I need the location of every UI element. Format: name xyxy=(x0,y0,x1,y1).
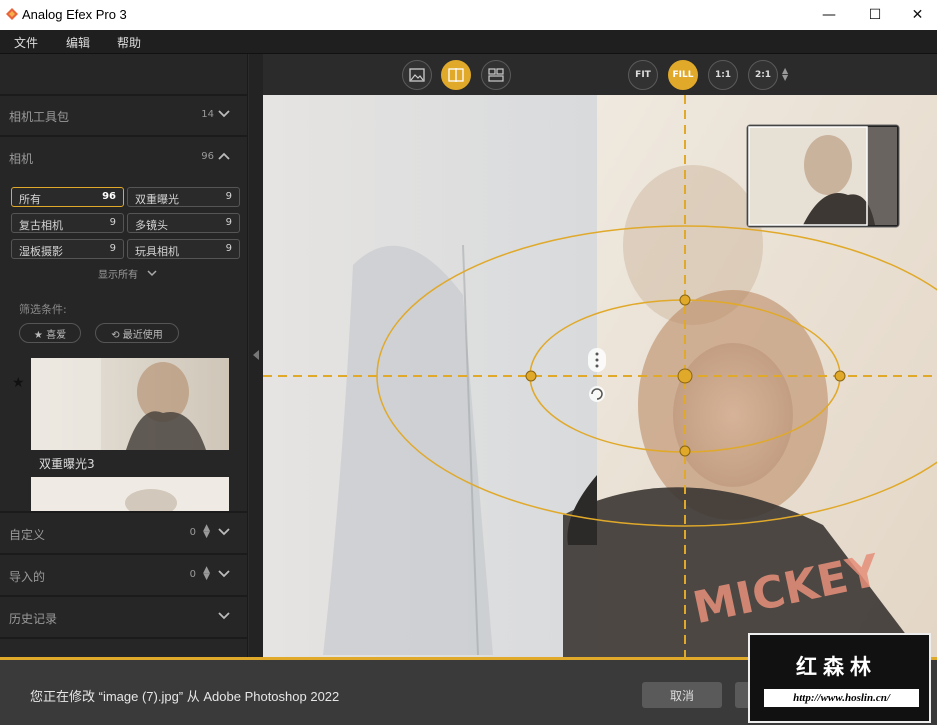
menu-file[interactable]: 文件 xyxy=(14,34,38,51)
preset-thumbnail-next[interactable] xyxy=(31,477,229,511)
watermark: 红森林 http://www.hoslin.cn/ xyxy=(748,633,931,723)
category-double-exposure[interactable]: 双重曝光 9 xyxy=(127,187,240,207)
section-label: 历史记录 xyxy=(9,612,58,626)
canvas-toolbar: FIT FILL 1:1 2:1 ▲ ▼ xyxy=(263,54,937,95)
preset-sidebar: 相机工具包 14 相机 96 所有 96 双重曝光 9 复古相机 9 多镜头 9… xyxy=(0,54,248,657)
zoom-2-1-button[interactable]: 2:1 xyxy=(748,60,778,90)
collapse-arrow-icon xyxy=(253,350,259,360)
cancel-button[interactable]: 取消 xyxy=(642,682,722,708)
section-label: 相机 xyxy=(9,152,34,166)
filter-favorites-button[interactable]: ★ 喜爱 xyxy=(19,323,81,343)
category-all[interactable]: 所有 96 xyxy=(11,187,124,207)
preset-thumbnail[interactable] xyxy=(31,358,229,450)
section-label: 导入的 xyxy=(9,570,46,584)
section-count: 96 xyxy=(201,151,214,162)
zoom-1-1-button[interactable]: 1:1 xyxy=(708,60,738,90)
zoom-fit-button[interactable]: FIT xyxy=(628,60,658,90)
status-message: 您正在修改 “image (7).jpg” 从 Adobe Photoshop … xyxy=(30,689,340,704)
zoom-stepper-icon[interactable]: ▲ ▼ xyxy=(782,67,788,82)
section-count: 0 xyxy=(189,527,196,538)
app-window: Analog Efex Pro 3 — ☐ ✕ 文件 编辑 帮助 相机工具包 1… xyxy=(0,0,937,725)
section-count: 14 xyxy=(201,109,214,120)
section-camera[interactable]: 相机 96 xyxy=(0,137,247,177)
sidebar-collapse-handle[interactable] xyxy=(249,54,263,657)
section-label: 自定义 xyxy=(9,528,46,542)
section-camera-toolkit[interactable]: 相机工具包 14 xyxy=(0,95,247,135)
single-view-icon xyxy=(409,68,425,82)
zoom-fill-button[interactable]: FILL xyxy=(668,60,698,90)
preset-caption: 双重曝光3 xyxy=(39,457,95,471)
chevron-down-icon[interactable] xyxy=(217,107,231,121)
side-by-side-icon xyxy=(488,68,504,82)
section-count: 0 xyxy=(189,569,196,580)
split-view-button[interactable] xyxy=(441,60,471,90)
category-wet-plate[interactable]: 湿板摄影 9 xyxy=(11,239,124,259)
favorite-star-icon[interactable]: ★ xyxy=(12,375,25,391)
section-label: 相机工具包 xyxy=(9,110,70,124)
side-by-side-button[interactable] xyxy=(481,60,511,90)
watermark-brand: 红森林 xyxy=(796,655,877,679)
category-toy-camera[interactable]: 玩具相机 9 xyxy=(127,239,240,259)
show-all-link[interactable]: 显示所有 xyxy=(98,266,138,281)
menu-edit[interactable]: 编辑 xyxy=(66,34,90,51)
filter-recent-button[interactable]: ⟲ 最近使用 xyxy=(95,323,179,343)
maximize-button[interactable]: ☐ xyxy=(852,0,898,30)
category-vintage-camera[interactable]: 复古相机 9 xyxy=(11,213,124,233)
watermark-url: http://www.hoslin.cn/ xyxy=(764,689,919,707)
image-canvas[interactable]: MICKEY xyxy=(263,95,937,657)
title-bar: Analog Efex Pro 3 — ☐ ✕ xyxy=(0,0,937,30)
chevron-up-icon[interactable] xyxy=(217,149,231,163)
sort-arrows-icon[interactable]: ▲ ▼ xyxy=(203,566,210,582)
menu-help[interactable]: 帮助 xyxy=(117,34,141,51)
section-custom[interactable]: 自定义 0 ▲ ▼ xyxy=(0,513,247,553)
app-logo-icon xyxy=(6,8,18,20)
preview-image: MICKEY xyxy=(263,95,937,657)
minimize-button[interactable]: — xyxy=(806,0,852,30)
single-view-button[interactable] xyxy=(402,60,432,90)
sort-arrows-icon[interactable]: ▲ ▼ xyxy=(203,524,210,540)
category-multi-lens[interactable]: 多镜头 9 xyxy=(127,213,240,233)
chevron-down-icon xyxy=(147,270,157,277)
section-imported[interactable]: 导入的 0 ▲ ▼ xyxy=(0,555,247,595)
split-view-icon xyxy=(448,68,464,82)
chevron-down-icon[interactable] xyxy=(217,609,231,623)
filter-label: 筛选条件: xyxy=(19,303,67,316)
window-title: Analog Efex Pro 3 xyxy=(22,7,127,22)
close-button[interactable]: ✕ xyxy=(898,0,937,30)
section-history[interactable]: 历史记录 xyxy=(0,597,247,637)
menu-bar: 文件 编辑 帮助 xyxy=(0,30,937,54)
chevron-down-icon[interactable] xyxy=(217,525,231,539)
chevron-down-icon[interactable] xyxy=(217,567,231,581)
